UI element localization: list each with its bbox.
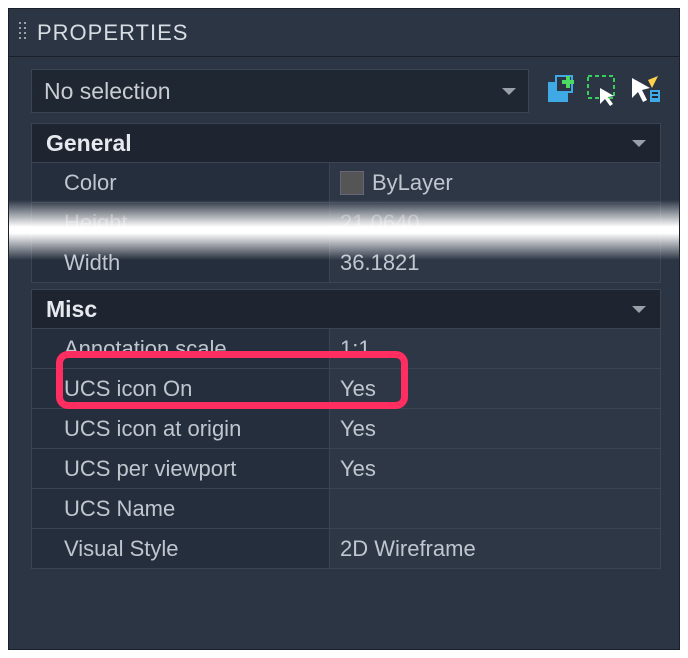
toolbar: No selection (9, 69, 679, 113)
property-value[interactable]: 21.0640 (330, 203, 660, 242)
property-label: Annotation scale (32, 329, 330, 368)
property-row[interactable]: Width 36.1821 (32, 243, 660, 283)
property-value-text: 1:1 (340, 336, 371, 362)
property-row[interactable]: UCS Name (32, 489, 660, 529)
property-value[interactable]: Yes (330, 409, 660, 448)
property-label: UCS per viewport (32, 449, 330, 488)
property-row[interactable]: UCS icon at origin Yes (32, 409, 660, 449)
property-label: Height (32, 203, 330, 242)
property-value[interactable]: 1:1 (330, 329, 660, 368)
property-value[interactable]: Yes (330, 449, 660, 488)
property-row[interactable]: Height 21.0640 (32, 203, 660, 243)
grip-icon[interactable] (19, 22, 27, 44)
property-label: Width (32, 243, 330, 282)
select-objects-icon[interactable] (585, 73, 621, 109)
property-value-text: 21.0640 (340, 210, 420, 236)
property-label: UCS icon at origin (32, 409, 330, 448)
property-value-text: ByLayer (372, 170, 453, 196)
toggle-pickadd-icon[interactable] (543, 73, 579, 109)
property-value-text: Yes (340, 416, 376, 442)
group-general: General Color ByLayer Height 21.0640 (31, 123, 661, 283)
property-value-text: 36.1821 (340, 250, 420, 276)
property-value-text: Yes (340, 456, 376, 482)
property-row[interactable]: UCS per viewport Yes (32, 449, 660, 489)
property-row[interactable]: Visual Style 2D Wireframe (32, 529, 660, 569)
chevron-down-icon (632, 140, 646, 147)
property-value[interactable]: ByLayer (330, 163, 660, 202)
group-misc: Misc Annotation scale 1:1 UCS icon On Ye… (31, 289, 661, 569)
quick-select-icon[interactable] (627, 73, 663, 109)
property-value[interactable]: 36.1821 (330, 243, 660, 282)
property-label: Color (32, 163, 330, 202)
panel-header[interactable]: PROPERTIES (9, 9, 679, 57)
group-header-general[interactable]: General (31, 123, 661, 163)
property-row[interactable]: UCS icon On Yes (32, 369, 660, 409)
property-value[interactable] (330, 489, 660, 528)
panel-title: PROPERTIES (37, 20, 188, 46)
chevron-down-icon (632, 306, 646, 313)
property-value[interactable]: 2D Wireframe (330, 529, 660, 568)
property-value-text: Yes (340, 376, 376, 402)
group-title: Misc (46, 296, 97, 323)
property-label: UCS Name (32, 489, 330, 528)
selection-combo[interactable]: No selection (31, 69, 529, 113)
group-title: General (46, 130, 132, 157)
property-value[interactable]: Yes (330, 369, 660, 408)
property-row-annotation-scale[interactable]: Annotation scale 1:1 (32, 329, 660, 369)
property-value-text: 2D Wireframe (340, 536, 476, 562)
property-label: UCS icon On (32, 369, 330, 408)
properties-panel: PROPERTIES No selection (8, 8, 680, 650)
selection-label: No selection (44, 78, 171, 105)
property-row[interactable]: Color ByLayer (32, 163, 660, 203)
chevron-down-icon (502, 88, 516, 95)
property-label: Visual Style (32, 529, 330, 568)
group-header-misc[interactable]: Misc (31, 289, 661, 329)
color-swatch-icon (340, 171, 364, 195)
